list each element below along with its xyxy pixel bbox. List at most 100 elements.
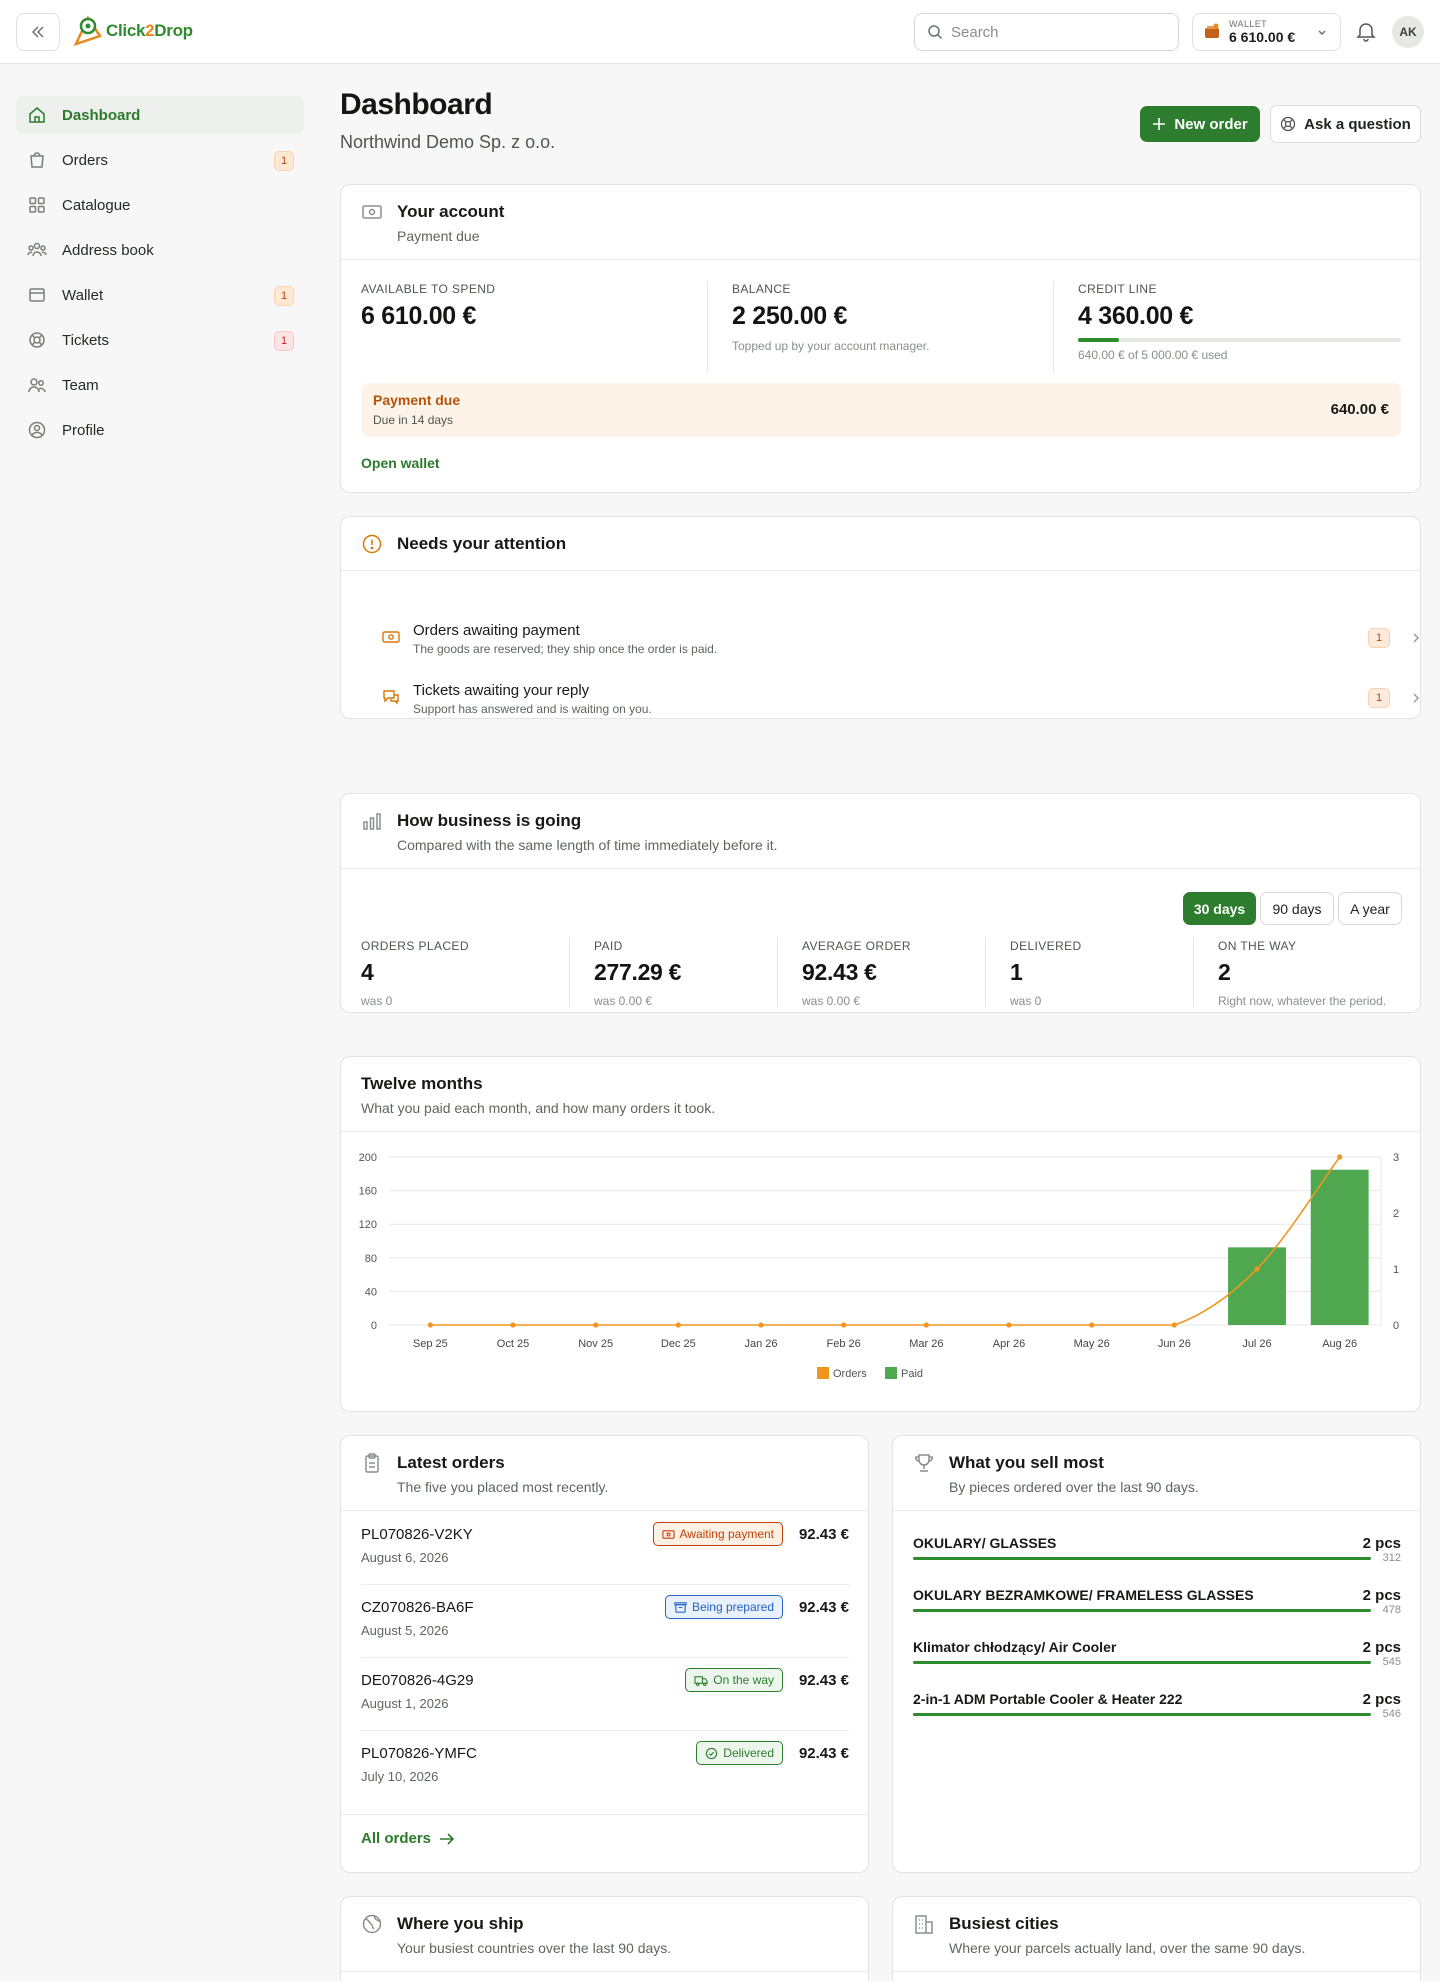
bell-icon [1356,23,1376,42]
banknote-icon [382,631,400,643]
new-order-button[interactable]: New order [1140,106,1260,142]
product-row[interactable]: Klimator chłodzący/ Air Cooler 2 pcs 545 [913,1639,1401,1691]
product-pcs: 2 pcs [1362,1587,1401,1604]
all-orders-link[interactable]: All orders [361,1830,455,1847]
chart-bar [1228,1247,1286,1325]
product-name: OKULARY BEZRAMKOWE/ FRAMELESS GLASSES [913,1587,1254,1603]
order-row[interactable]: PL070826-V2KY August 6, 2026 Awaiting pa… [361,1512,849,1585]
main-content: Dashboard Northwind Demo Sp. z o.o. New … [340,88,1421,1981]
x-tick-label: Sep 25 [413,1338,448,1350]
orders-point [1089,1322,1095,1328]
product-row[interactable]: OKULARY BEZRAMKOWE/ FRAMELESS GLASSES 2 … [913,1587,1401,1639]
sidebar-item-catalogue[interactable]: Catalogue [16,186,304,224]
bar-chart-icon [363,813,381,830]
product-pcs: 2 pcs [1362,1691,1401,1708]
x-tick-label: Nov 25 [578,1338,613,1350]
orders-point [1006,1322,1012,1328]
y-tick-label-right: 1 [1393,1264,1399,1276]
chart-bar [1310,1169,1369,1325]
sidebar-item-label: Dashboard [62,106,141,124]
business-card-title: How business is going [397,811,582,830]
attention-item-orders[interactable]: Orders awaiting payment The goods are re… [381,622,1420,662]
notifications-button[interactable] [1355,20,1377,45]
x-tick-label: Oct 25 [497,1338,529,1350]
open-wallet-link[interactable]: Open wallet [361,455,440,471]
sidebar-item-profile[interactable]: Profile [16,411,304,449]
stat-note: Topped up by your account manager. [732,339,930,353]
package-icon [674,1601,687,1613]
wallet-chip[interactable]: WALLET 6 610.00 € [1192,13,1341,51]
y-tick-label-right: 0 [1393,1320,1399,1332]
orders-line [430,1156,1341,1326]
sidebar-item-label: Team [62,376,99,394]
order-row[interactable]: DE070826-4G29 August 1, 2026 On the way … [361,1658,849,1731]
order-amount: 92.43 € [798,1599,849,1616]
sidebar-item-wallet[interactable]: Wallet 1 [16,276,304,314]
ask-question-button[interactable]: Ask a question [1270,105,1421,143]
orders-point [1171,1322,1177,1328]
collapse-sidebar-button[interactable] [16,13,60,51]
product-bar-fill [913,1661,1371,1664]
order-amount: 92.43 € [798,1526,849,1543]
payment-due-sub: Due in 14 days [373,413,454,427]
stat-note: 640.00 € of 5 000.00 € used [1078,348,1228,362]
credit-usage-bar [1078,338,1401,342]
order-row[interactable]: CZ070826-BA6F August 5, 2026 Being prepa… [361,1585,849,1658]
sidebar-item-orders[interactable]: Orders 1 [16,141,304,179]
trophy-icon [915,1454,933,1472]
account-card-subtitle: Payment due [397,228,480,244]
attention-item-tickets[interactable]: Tickets awaiting your reply Support has … [381,682,1420,718]
business-card-header: How business is going Compared with the … [341,794,1420,869]
stat-label: AVERAGE ORDER [802,939,911,953]
sidebar-item-address-book[interactable]: Address book [16,231,304,269]
orders-point [1337,1154,1343,1160]
top-products-title: What you sell most [949,1453,1104,1472]
range-90-days-button[interactable]: 90 days [1260,892,1334,925]
x-tick-label: Mar 26 [909,1338,943,1350]
home-icon [26,104,48,126]
product-row[interactable]: OKULARY/ GLASSES 2 pcs 312 [913,1535,1401,1587]
wallet-icon [1205,23,1219,38]
balance-stat: BALANCE 2 250.00 € Topped up by your acc… [732,282,929,353]
sidebar-item-team[interactable]: Team [16,366,304,404]
sidebar-item-dashboard[interactable]: Dashboard [16,96,304,134]
order-id: DE070826-4G29 [361,1672,474,1689]
product-row[interactable]: 2-in-1 ADM Portable Cooler & Heater 222 … [913,1691,1401,1743]
all-orders-label: All orders [361,1830,432,1847]
range-year-button[interactable]: A year [1338,892,1402,925]
chat-bubbles-icon [383,690,399,705]
logo[interactable]: Click2Drop [72,14,193,48]
orders-point [675,1322,681,1328]
orders-point [923,1322,929,1328]
divider [569,937,570,1007]
stat-label: ORDERS PLACED [361,939,469,953]
sidebar-item-tickets[interactable]: Tickets 1 [16,321,304,359]
orders-point [593,1322,599,1328]
logo-icon [73,15,102,47]
status-text: Awaiting payment [679,1527,775,1541]
orders-point [510,1322,516,1328]
order-row[interactable]: PL070826-YMFC July 10, 2026 Delivered 92… [361,1731,849,1804]
top-products-subtitle: By pieces ordered over the last 90 days. [949,1479,1199,1495]
status-text: On the way [713,1673,774,1687]
business-card: How business is going Compared with the … [340,793,1421,1013]
range-30-days-button[interactable]: 30 days [1183,892,1256,925]
search-box[interactable] [914,13,1179,51]
attention-card-title: Needs your attention [397,534,567,553]
product-id: 546 [1382,1708,1401,1720]
business-card-subtitle: Compared with the same length of time im… [397,837,778,853]
avatar[interactable]: AK [1392,16,1424,48]
lifebuoy-icon [1280,116,1296,132]
search-input[interactable] [951,23,1151,41]
account-card-title: Your account [397,202,505,221]
stat-note: was 0 [361,994,393,1008]
attention-count-badge: 1 [1368,688,1390,708]
legend-swatch-paid [885,1367,897,1379]
top-products-header: What you sell most By pieces ordered ove… [893,1436,1420,1511]
users-icon [26,239,48,261]
y-tick-label-left: 0 [371,1320,377,1332]
orders-point [1254,1266,1260,1272]
product-bar-fill [913,1609,1371,1612]
x-tick-label: Feb 26 [827,1338,861,1350]
product-pcs: 2 pcs [1362,1535,1401,1552]
